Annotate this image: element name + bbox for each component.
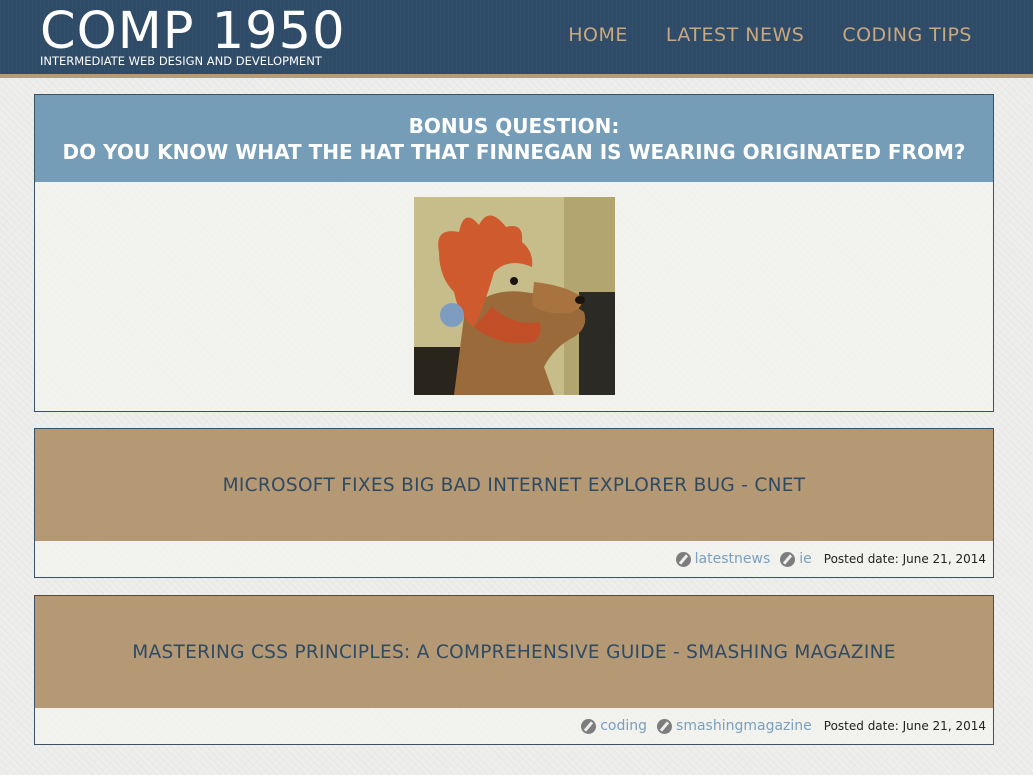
tag-icon bbox=[675, 551, 691, 567]
bonus-question-text: DO YOU KNOW WHAT THE HAT THAT FINNEGAN I… bbox=[62, 139, 966, 164]
bonus-question-heading: BONUS QUESTION: DO YOU KNOW WHAT THE HAT… bbox=[35, 95, 993, 182]
tag-link-smashingmagazine[interactable]: smashingmagazine bbox=[676, 718, 812, 734]
post-meta: coding smashingmagazine Posted date: Jun… bbox=[35, 708, 993, 744]
post-tag: ie bbox=[780, 551, 812, 567]
tag-link-coding[interactable]: coding bbox=[600, 718, 647, 734]
posted-date: Posted date: June 21, 2014 bbox=[823, 719, 986, 733]
site-title[interactable]: COMP 1950 bbox=[40, 4, 346, 60]
main-nav: HOME LATEST NEWS CODING TIPS bbox=[568, 24, 972, 46]
nav-coding-tips[interactable]: CODING TIPS bbox=[842, 24, 972, 46]
photo-container bbox=[35, 182, 993, 411]
header-stripe bbox=[0, 74, 1033, 78]
post-tag: coding bbox=[581, 718, 647, 734]
bonus-question-label: BONUS QUESTION: bbox=[408, 113, 620, 138]
nav-home[interactable]: HOME bbox=[568, 24, 628, 46]
post-tag: smashingmagazine bbox=[657, 718, 812, 734]
tag-link-latestnews[interactable]: latestnews bbox=[695, 551, 771, 567]
post-title-link[interactable]: MICROSOFT FIXES BIG BAD INTERNET EXPLORE… bbox=[223, 475, 806, 496]
tag-link-ie[interactable]: ie bbox=[799, 551, 812, 567]
site-subtitle: INTERMEDIATE WEB DESIGN AND DEVELOPMENT bbox=[40, 54, 322, 68]
post-card: MASTERING CSS PRINCIPLES: A COMPREHENSIV… bbox=[34, 595, 994, 745]
tag-icon bbox=[581, 718, 597, 734]
tag-icon bbox=[657, 718, 673, 734]
post-tag: latestnews bbox=[675, 551, 771, 567]
post-title-link[interactable]: MASTERING CSS PRINCIPLES: A COMPREHENSIV… bbox=[132, 642, 896, 663]
posted-date: Posted date: June 21, 2014 bbox=[823, 552, 986, 566]
site-header: COMP 1950 INTERMEDIATE WEB DESIGN AND DE… bbox=[0, 0, 1033, 74]
bonus-question-card: BONUS QUESTION: DO YOU KNOW WHAT THE HAT… bbox=[34, 94, 994, 412]
post-title-bar: MICROSOFT FIXES BIG BAD INTERNET EXPLORE… bbox=[35, 429, 993, 541]
post-meta: latestnews ie Posted date: June 21, 2014 bbox=[35, 541, 993, 577]
post-card: MICROSOFT FIXES BIG BAD INTERNET EXPLORE… bbox=[34, 428, 994, 578]
tag-icon bbox=[780, 551, 796, 567]
post-title-bar: MASTERING CSS PRINCIPLES: A COMPREHENSIV… bbox=[35, 596, 993, 708]
nav-latest-news[interactable]: LATEST NEWS bbox=[666, 24, 804, 46]
dog-hat-photo bbox=[414, 197, 615, 395]
